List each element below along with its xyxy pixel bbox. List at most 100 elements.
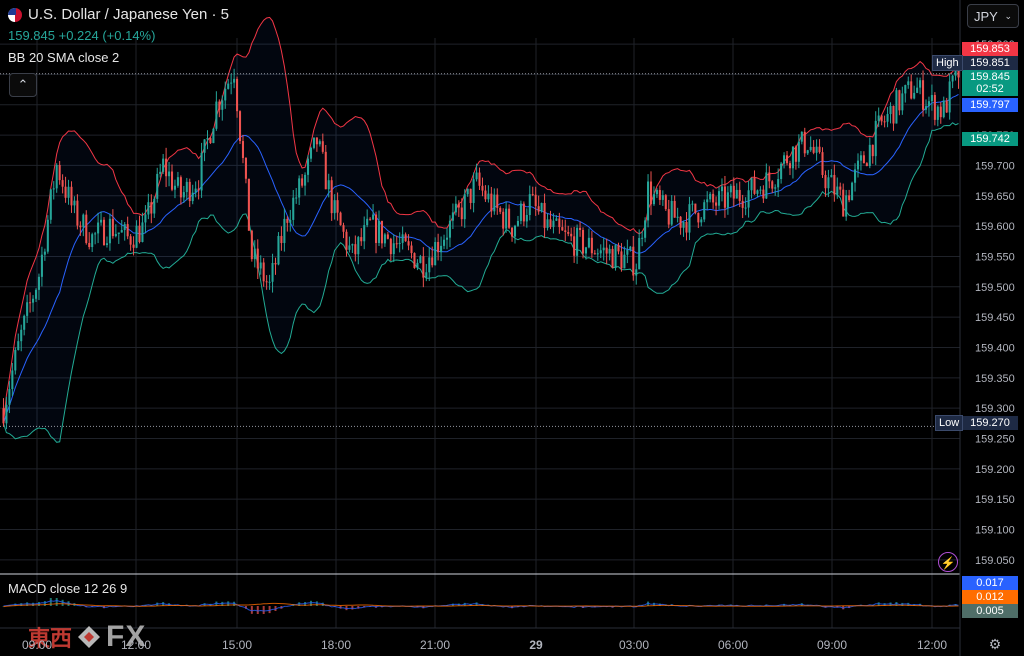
candle-body	[682, 221, 685, 228]
time-axis-label: 06:00	[717, 638, 749, 652]
candle-body	[694, 203, 697, 213]
candle-body	[170, 171, 174, 190]
candle-body	[821, 152, 824, 175]
candle-body	[102, 219, 106, 246]
chevron-up-icon: ⌃	[17, 77, 29, 92]
upper-band-badge: 159.853	[962, 42, 1018, 56]
candle-body	[454, 203, 457, 213]
candle-body	[499, 207, 502, 212]
candle-body	[114, 233, 117, 237]
candle-body	[221, 100, 224, 110]
candle-body	[735, 189, 738, 199]
symbol-title: U.S. Dollar / Japanese Yen · 5	[28, 6, 229, 23]
candle-body	[91, 234, 94, 248]
candle-body	[94, 233, 97, 235]
candle-body	[481, 185, 484, 191]
candle-body	[605, 247, 608, 254]
macd-histogram-bar	[256, 606, 259, 614]
macd-histogram-bar	[268, 606, 271, 614]
candle-body	[531, 194, 534, 196]
candle-body	[537, 206, 540, 212]
candle-body	[641, 237, 644, 239]
candle-body	[241, 141, 245, 158]
candle-body	[440, 245, 443, 253]
candle-body	[797, 141, 800, 162]
candle-body	[318, 141, 321, 145]
time-axis-label: 15:00	[221, 638, 253, 652]
candle-body	[729, 185, 732, 193]
symbol-header[interactable]: U.S. Dollar / Japanese Yen · 5	[8, 6, 229, 23]
candle-body	[629, 246, 632, 250]
candle-body	[132, 244, 135, 248]
candle-body	[549, 219, 552, 228]
candle-body	[848, 195, 851, 201]
candle-body	[525, 214, 528, 222]
candle-body	[79, 225, 82, 228]
candle-body	[312, 137, 315, 148]
price-chart[interactable]: 159.050 159.100 159.150 159.200 159.250 159.3…	[0, 0, 1024, 656]
candle-body	[55, 164, 58, 189]
candle-body	[463, 194, 466, 220]
candle-body	[224, 88, 227, 101]
candle-body	[182, 192, 185, 198]
candle-body	[753, 178, 756, 194]
candle-body	[543, 203, 546, 228]
candle-body	[703, 202, 706, 220]
candle-body	[159, 171, 162, 174]
candle-body	[176, 177, 179, 186]
candle-body	[670, 200, 673, 225]
macd-histogram-bar	[262, 606, 265, 614]
candle-body	[324, 151, 327, 190]
candle-body	[800, 131, 803, 142]
price-tick-label: 159.550	[975, 251, 1015, 263]
candle-body	[685, 221, 688, 233]
candle-body	[780, 163, 783, 180]
candle-body	[502, 211, 505, 229]
collapse-indicators-button[interactable]: ⌃	[9, 73, 37, 97]
candle-body	[824, 174, 827, 189]
candle-body	[76, 200, 79, 226]
candle-body	[52, 188, 55, 190]
candle-body	[723, 186, 726, 208]
candle-body	[466, 188, 469, 195]
candle-body	[46, 219, 49, 252]
candle-body	[348, 245, 351, 250]
candle-body	[197, 188, 200, 191]
candle-body	[227, 83, 230, 89]
candle-body	[200, 152, 203, 191]
candle-body	[401, 234, 404, 243]
candle-body	[100, 219, 103, 223]
time-axis-label: 03:00	[618, 638, 650, 652]
lightning-icon[interactable]: ⚡	[938, 552, 958, 572]
candle-body	[508, 208, 511, 228]
candle-body	[304, 174, 307, 186]
high-tag: High	[932, 55, 963, 71]
price-tick-label: 159.450	[975, 312, 1015, 324]
price-tick-label: 159.300	[975, 403, 1015, 415]
candle-body	[617, 245, 620, 252]
candle-body	[61, 180, 64, 187]
macd-histogram-bar	[250, 606, 253, 614]
candle-body	[611, 248, 614, 269]
candle-body	[493, 194, 496, 212]
candle-body	[579, 227, 582, 231]
candle-body	[596, 253, 599, 255]
bollinger-indicator-label[interactable]: BB 20 SMA close 2	[8, 50, 119, 65]
candle-body	[342, 225, 345, 232]
candle-body	[567, 231, 570, 234]
candle-body	[922, 80, 925, 110]
currency-select[interactable]: JPY ⌄	[967, 4, 1019, 28]
macd-line-badge: 0.017	[962, 576, 1018, 590]
time-axis-label: 29	[529, 638, 543, 652]
candle-body	[511, 227, 514, 237]
candle-body	[153, 198, 156, 214]
candle-body	[259, 262, 262, 269]
settings-gear-icon[interactable]: ⚙	[987, 636, 1003, 652]
candle-body	[620, 251, 623, 269]
candle-body	[741, 200, 744, 208]
candle-body	[315, 137, 318, 145]
macd-histogram-bar	[43, 601, 46, 606]
candle-body	[522, 203, 525, 222]
macd-indicator-label[interactable]: MACD close 12 26 9	[8, 581, 127, 596]
candle-body	[697, 212, 700, 223]
